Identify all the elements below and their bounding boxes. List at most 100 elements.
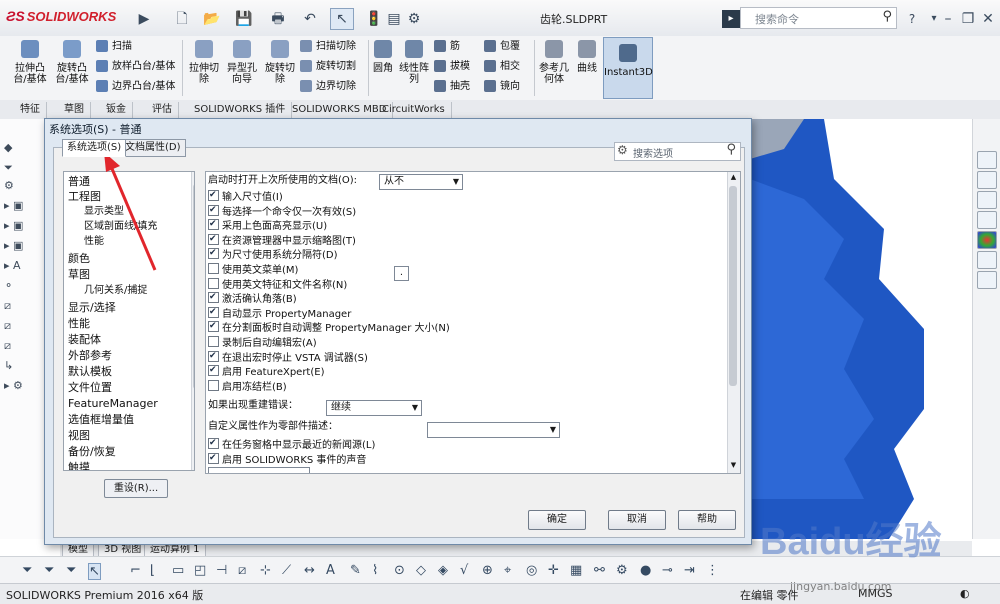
option-checkbox[interactable]: [208, 451, 219, 465]
option-checkbox[interactable]: [208, 319, 219, 333]
filter-toggle-icon[interactable]: ⏷: [44, 563, 54, 578]
cancel-button[interactable]: 取消: [608, 510, 666, 530]
fillet-button[interactable]: 圆角: [370, 40, 396, 74]
search-icon[interactable]: ⚲: [882, 9, 892, 24]
filter-clear-icon[interactable]: ⏷: [66, 563, 76, 578]
face-filter-icon[interactable]: ▭: [172, 563, 184, 578]
tree-node-icon[interactable]: ▸ A: [4, 259, 21, 272]
balloon-filter-icon[interactable]: ◎: [526, 563, 537, 578]
decimal-separator-field[interactable]: .: [394, 266, 409, 281]
origin-icon[interactable]: ↳: [4, 359, 13, 372]
extrude-cut-button[interactable]: 拉伸切除: [186, 40, 222, 85]
select-pointer-icon[interactable]: ↖: [330, 8, 354, 30]
revolve-cut-small-button[interactable]: 旋转切割: [300, 60, 356, 74]
custom-property-select[interactable]: ▼: [427, 422, 560, 438]
options-gear-icon[interactable]: ⚙: [402, 8, 426, 30]
nav-item-display-selection[interactable]: 显示/选择: [68, 300, 116, 315]
sketch-filter-icon[interactable]: ⟋: [282, 563, 291, 578]
option-checkbox[interactable]: [208, 363, 219, 377]
boundary-cut-button[interactable]: 边界切除: [300, 80, 356, 94]
option-checkbox[interactable]: [208, 217, 219, 231]
option-checkbox[interactable]: [208, 436, 219, 450]
command-search-input[interactable]: 搜索命令 ⚲: [740, 7, 897, 29]
status-icon[interactable]: ◐: [960, 587, 970, 600]
option-row[interactable]: 启用 FeatureXpert(E): [208, 363, 324, 379]
surface-finish-filter-icon[interactable]: √: [460, 563, 468, 578]
scroll-up-icon[interactable]: ▲: [192, 173, 194, 181]
draft-button[interactable]: 拔模: [434, 60, 470, 74]
loft-button[interactable]: 放样凸台/基体: [96, 60, 175, 74]
tree-node-icon[interactable]: ▸ ▣: [4, 219, 23, 232]
nav-item-general[interactable]: 普通: [68, 174, 90, 189]
nav-item-external-references[interactable]: 外部参考: [68, 348, 112, 363]
scrollbar-thumb[interactable]: [193, 184, 194, 389]
mate-filter-icon[interactable]: ⚯: [594, 563, 605, 578]
appearances-icon[interactable]: [977, 231, 997, 249]
nav-item-backup-recover[interactable]: 备份/恢复: [68, 444, 116, 459]
open-file-icon[interactable]: 📂: [200, 8, 224, 30]
new-file-icon[interactable]: 🗋: [170, 8, 194, 30]
curves-button[interactable]: 曲线: [574, 40, 600, 74]
dimension-filter-icon[interactable]: ↔: [304, 563, 315, 578]
cosmetic-filter-icon[interactable]: ◈: [438, 563, 448, 578]
open-last-document-select[interactable]: 从不 ▼: [379, 174, 463, 190]
revolve-boss-button[interactable]: 旋转凸台/基体: [52, 40, 92, 85]
option-checkbox[interactable]: [208, 263, 219, 274]
reset-button[interactable]: 重设(R)...: [104, 479, 168, 498]
center-mark-filter-icon[interactable]: ✛: [548, 563, 559, 578]
linear-pattern-button[interactable]: 线性阵列: [398, 40, 430, 85]
home-icon[interactable]: [977, 151, 997, 169]
wrap-button[interactable]: 包覆: [484, 40, 520, 54]
option-checkbox[interactable]: [208, 188, 219, 202]
reference-geometry-button[interactable]: 参考几何体: [538, 40, 570, 85]
expand-arrow-icon[interactable]: ▶: [132, 8, 156, 30]
options-search-input[interactable]: ⚙ 搜索选项 ⚲: [614, 142, 741, 161]
option-row[interactable]: 为尺寸使用系统分隔符(D): [208, 246, 338, 262]
option-checkbox[interactable]: [208, 379, 219, 391]
tree-node-icon[interactable]: ▸ ▣: [4, 199, 23, 212]
sphere-filter-icon[interactable]: ●: [640, 563, 651, 578]
feature-node-icon[interactable]: ▸ ⚙: [4, 379, 23, 392]
tree-node-icon[interactable]: ⚬: [4, 279, 13, 292]
rib-button[interactable]: 筋: [434, 40, 460, 54]
custom-properties-icon[interactable]: [977, 251, 997, 269]
tab-evaluate[interactable]: 评估: [146, 102, 179, 118]
option-row[interactable]: 输入尺寸值(I): [208, 188, 283, 204]
block-filter-icon[interactable]: ▦: [570, 563, 582, 578]
mirror-button[interactable]: 镜向: [484, 80, 520, 94]
truncated-control[interactable]: [208, 467, 310, 473]
boundary-boss-button[interactable]: 边界凸台/基体: [96, 80, 175, 94]
option-row[interactable]: 录制后自动编辑宏(A): [208, 336, 317, 350]
hole-filter-icon[interactable]: ⊙: [394, 563, 405, 578]
component-filter-icon[interactable]: ⚙: [616, 563, 628, 578]
edge-filter-icon[interactable]: ⌊: [150, 563, 155, 578]
nav-item-drawings[interactable]: 工程图: [68, 189, 101, 204]
nav-item-view[interactable]: 视图: [68, 428, 90, 443]
search-icon[interactable]: ⚲: [726, 142, 736, 157]
nav-item-featuremanager[interactable]: FeatureManager: [68, 396, 158, 411]
help-button[interactable]: 帮助: [678, 510, 736, 530]
nav-item-assemblies[interactable]: 装配体: [68, 332, 101, 347]
tolerance-filter-icon[interactable]: ⊕: [482, 563, 493, 578]
undo-icon[interactable]: ↶: [298, 8, 322, 30]
option-row[interactable]: 使用英文特征和文件名称(N): [208, 277, 347, 292]
save-icon[interactable]: 💾: [232, 8, 256, 30]
revolve-cut-button[interactable]: 旋转切除: [262, 40, 298, 85]
more-filters-icon[interactable]: ⋮: [706, 563, 719, 578]
design-library-icon[interactable]: [977, 171, 997, 189]
scroll-down-icon[interactable]: ▼: [192, 458, 194, 466]
option-checkbox[interactable]: [208, 305, 219, 319]
rebuild-error-select[interactable]: 继续 ▼: [326, 400, 422, 416]
option-row[interactable]: 在资源管理器中显示缩略图(T): [208, 232, 356, 248]
option-row[interactable]: 启用冻结栏(B): [208, 379, 287, 394]
view-palette-icon[interactable]: [977, 211, 997, 229]
option-checkbox[interactable]: [208, 246, 219, 260]
tree-node-icon[interactable]: ▸ ▣: [4, 239, 23, 252]
hole-wizard-button[interactable]: 异型孔向导: [224, 40, 260, 85]
tab-circuitworks[interactable]: CircuitWorks: [376, 102, 452, 118]
swept-cut-button[interactable]: 扫描切除: [300, 40, 356, 54]
option-row[interactable]: 自动显示 PropertyManager: [208, 305, 351, 321]
tab-features[interactable]: 特征: [14, 102, 47, 118]
scroll-down-icon[interactable]: ▼: [728, 461, 739, 469]
select-pointer-icon[interactable]: ↖: [88, 563, 101, 580]
